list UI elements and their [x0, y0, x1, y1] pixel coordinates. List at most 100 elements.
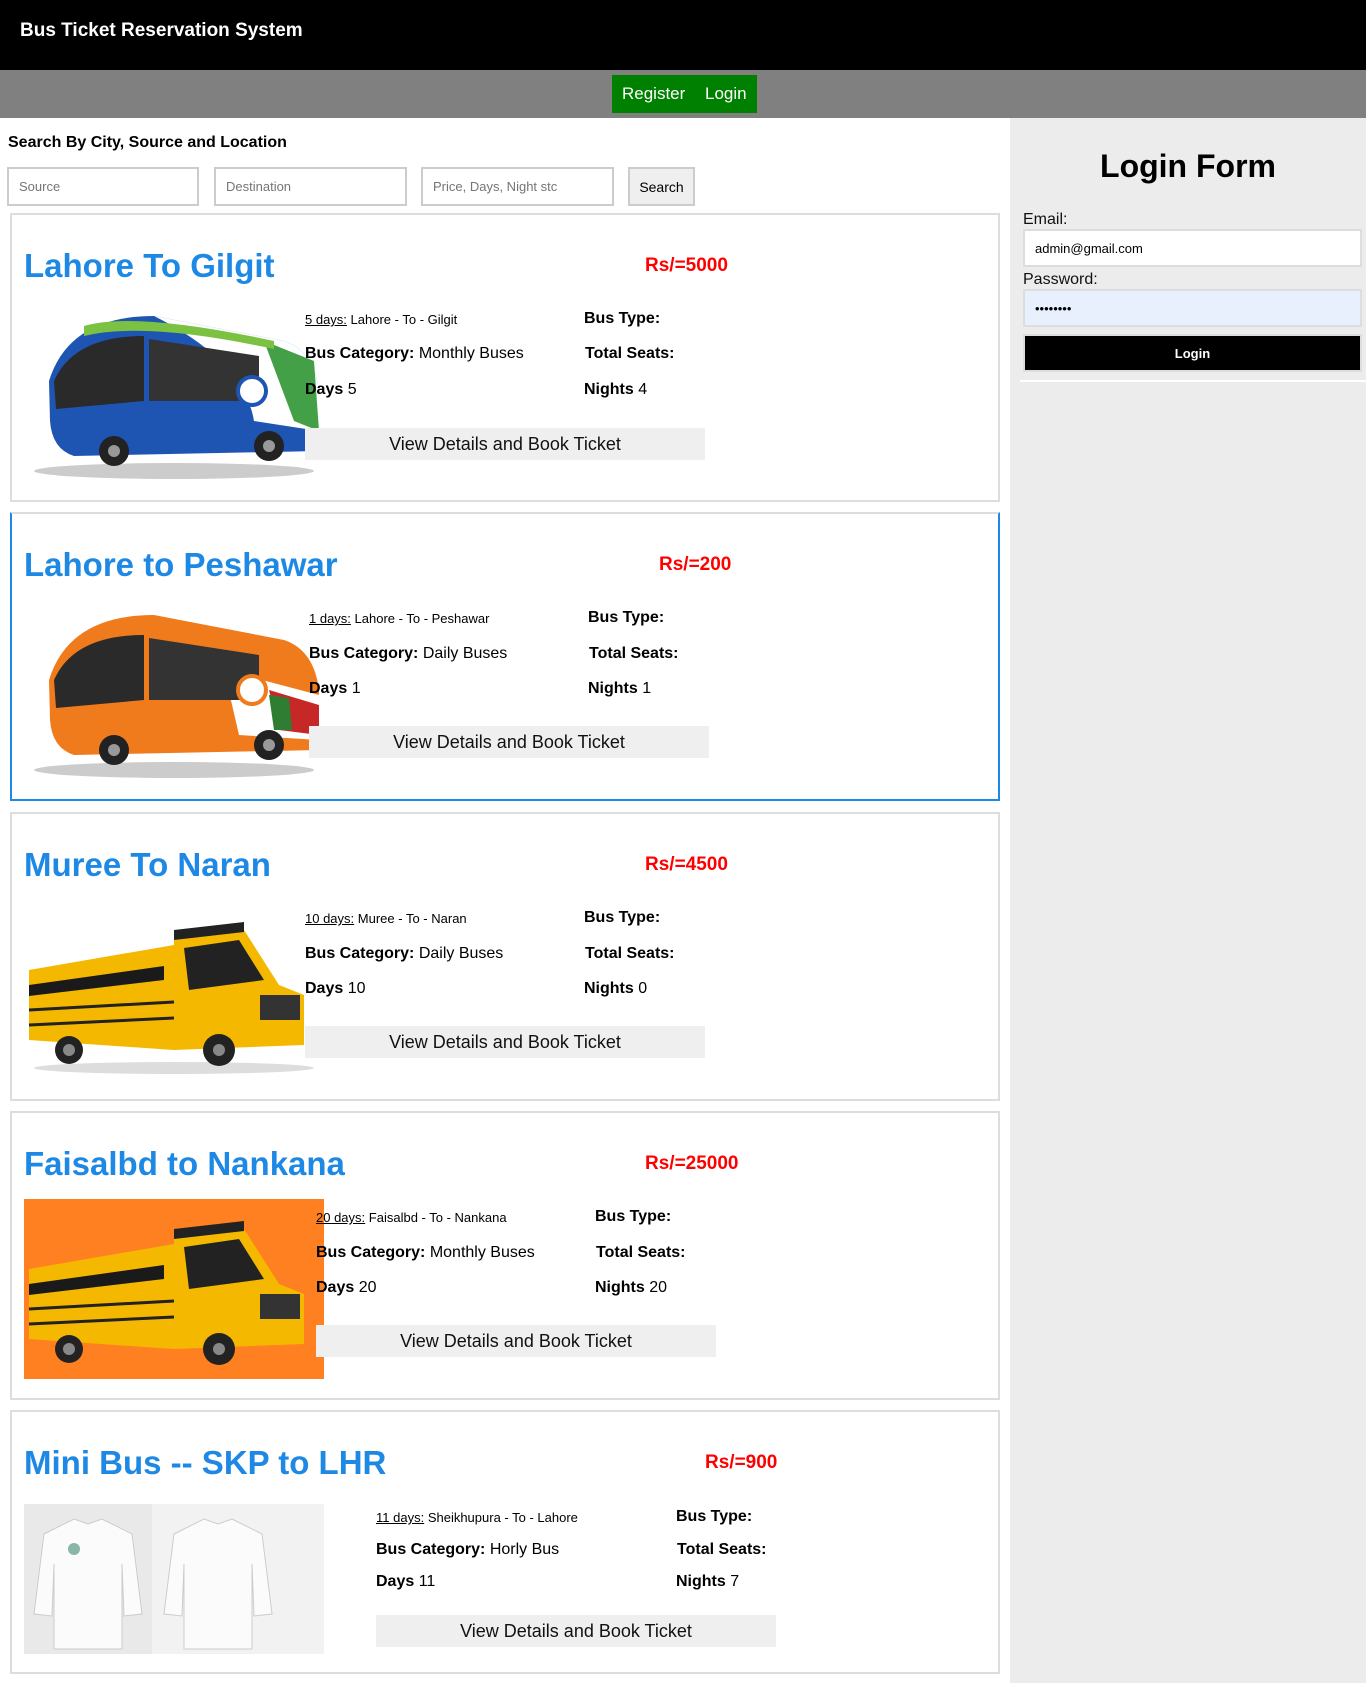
bus-category-value: Daily Buses: [418, 945, 504, 962]
bus-image: [34, 316, 319, 479]
trip-from: Sheikhupura: [427, 1510, 501, 1525]
days-value: 1: [351, 680, 361, 697]
trip-days: Days 11: [376, 1573, 435, 1591]
trip-days-label: 1 days:: [309, 611, 351, 626]
bus-type: Bus Type:: [588, 609, 664, 627]
days-value: 20: [358, 1279, 377, 1296]
bus-type-label: Bus Type:: [584, 310, 661, 327]
bus-category-label: Bus Category:: [376, 1541, 486, 1558]
trip-title: Lahore to Peshawar: [24, 546, 338, 583]
password-label: Password:: [1023, 271, 1098, 288]
login-form-heading: Login Form: [1100, 148, 1276, 184]
bus-category-value: Horly Bus: [489, 1541, 560, 1558]
nights-label: Nights: [588, 680, 638, 697]
bus-image: [34, 615, 319, 778]
filter-input[interactable]: [421, 167, 614, 206]
bus-category-value: Monthly Buses: [418, 345, 524, 362]
days-label: Days: [305, 381, 344, 398]
book-ticket-button[interactable]: View Details and Book Ticket: [305, 428, 705, 460]
bus-image: [24, 1199, 324, 1379]
app-title: Bus Ticket Reservation System: [20, 20, 303, 41]
bus-category: Bus Category: Monthly Buses: [305, 345, 524, 363]
trip-nights: Nights 1: [588, 680, 651, 698]
bus-type-label: Bus Type:: [676, 1508, 753, 1525]
trip-days: Days 20: [316, 1279, 377, 1297]
bus-type: Bus Type:: [595, 1208, 671, 1226]
bus-type: Bus Type:: [676, 1508, 752, 1526]
nights-value: 1: [642, 680, 652, 697]
total-seats-label: Total Seats:: [585, 345, 675, 362]
destination-input[interactable]: [214, 167, 407, 206]
route-separator: - To -: [417, 1210, 455, 1225]
book-ticket-button[interactable]: View Details and Book Ticket: [376, 1615, 776, 1647]
trip-to: Naran: [431, 911, 467, 926]
nights-value: 7: [730, 1573, 740, 1590]
bus-type-label: Bus Type:: [584, 909, 661, 926]
nights-value: 0: [638, 980, 648, 997]
email-label: Email:: [1023, 211, 1068, 228]
trip-days: Days 10: [305, 980, 366, 998]
trip-price: Rs/=25000: [645, 1153, 739, 1174]
nav-login-button[interactable]: Login: [695, 75, 757, 113]
top-header: Bus Ticket Reservation System: [0, 0, 1366, 70]
search-heading: Search By City, Source and Location: [8, 134, 287, 151]
product-image: [24, 1504, 324, 1654]
bus-image: [28, 922, 314, 1074]
trip-to: Peshawar: [431, 611, 490, 626]
bus-category: Bus Category: Daily Buses: [309, 645, 507, 663]
trip-from: Muree: [357, 911, 395, 926]
book-ticket-button[interactable]: View Details and Book Ticket: [305, 1026, 705, 1058]
trip-price: Rs/=5000: [645, 255, 728, 276]
total-seats: Total Seats:: [585, 345, 675, 363]
book-ticket-button[interactable]: View Details and Book Ticket: [309, 726, 709, 758]
bus-category-label: Bus Category:: [309, 645, 419, 662]
bus-category-label: Bus Category:: [305, 945, 415, 962]
days-value: 11: [418, 1573, 436, 1590]
source-input[interactable]: [7, 167, 199, 206]
days-label: Days: [305, 980, 344, 997]
nights-label: Nights: [584, 980, 634, 997]
search-button[interactable]: Search: [628, 167, 695, 206]
trip-price: Rs/=4500: [645, 854, 728, 875]
bus-type: Bus Type:: [584, 909, 660, 927]
book-ticket-button[interactable]: View Details and Book Ticket: [316, 1325, 716, 1357]
trip-from: Lahore: [354, 611, 396, 626]
trip-route: 11 days: Sheikhupura - To - Lahore: [376, 1510, 578, 1525]
bus-type: Bus Type:: [584, 310, 660, 328]
password-field[interactable]: [1023, 289, 1362, 327]
nights-label: Nights: [676, 1573, 726, 1590]
trip-title: Mini Bus -- SKP to LHR: [24, 1444, 387, 1481]
route-separator: - To -: [395, 611, 432, 626]
days-label: Days: [309, 680, 348, 697]
total-seats-label: Total Seats:: [677, 1541, 767, 1558]
login-submit-button[interactable]: Login: [1023, 334, 1362, 372]
route-separator: - To -: [394, 911, 432, 926]
trip-nights: Nights 20: [595, 1279, 667, 1297]
login-sidebar: Login Form Email: Password: Login: [1010, 118, 1366, 1683]
bus-type-label: Bus Type:: [595, 1208, 672, 1225]
trip-days: Days 1: [309, 680, 361, 698]
bus-category-label: Bus Category:: [316, 1244, 426, 1261]
register-button[interactable]: Register: [612, 75, 696, 113]
trip-days-label: 5 days:: [305, 312, 347, 327]
trip-route: 10 days: Muree - To - Naran: [305, 911, 467, 926]
trip-nights: Nights 4: [584, 381, 647, 399]
days-value: 10: [347, 980, 366, 997]
total-seats-label: Total Seats:: [596, 1244, 686, 1261]
trip-card: Muree To Naran Rs/=4500 10 days: Muree -…: [10, 812, 1000, 1101]
trip-to: Nankana: [454, 1210, 507, 1225]
nights-label: Nights: [584, 381, 634, 398]
total-seats: Total Seats:: [589, 645, 679, 663]
trip-days-label: 10 days:: [305, 911, 355, 926]
bus-category-value: Monthly Buses: [429, 1244, 535, 1261]
nights-label: Nights: [595, 1279, 645, 1296]
total-seats-label: Total Seats:: [589, 645, 679, 662]
email-field[interactable]: [1023, 229, 1362, 267]
nav-bar: Register Login: [0, 70, 1366, 118]
trip-from: Faisalbd: [368, 1210, 418, 1225]
days-label: Days: [316, 1279, 355, 1296]
trip-nights: Nights 7: [676, 1573, 739, 1591]
trip-route: 5 days: Lahore - To - Gilgit: [305, 312, 457, 327]
form-divider: [1020, 380, 1366, 382]
total-seats: Total Seats:: [585, 945, 675, 963]
